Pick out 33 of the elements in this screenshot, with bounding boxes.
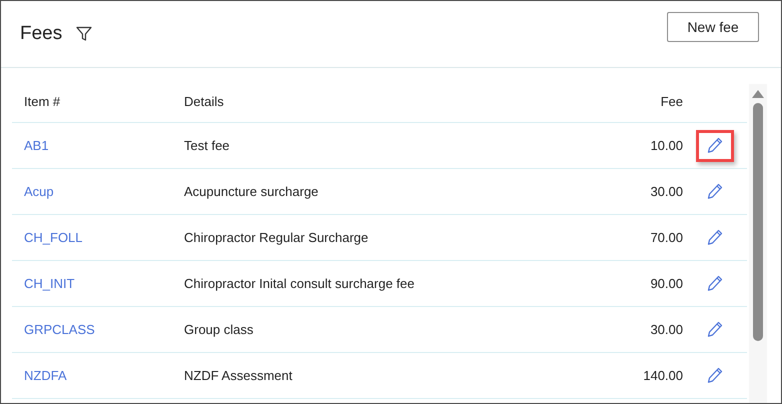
table-cell-text: NZDF Assessment — [184, 368, 294, 383]
scroll-up-icon[interactable] — [752, 90, 764, 98]
table-cell-text: 30.00 — [649, 322, 683, 337]
item-link[interactable]: Acup — [24, 184, 54, 199]
edit-icon[interactable] — [707, 321, 723, 338]
filter-icon[interactable] — [76, 26, 92, 42]
new-fee-button[interactable]: New fee — [667, 12, 759, 42]
table-cell-text: Test fee — [184, 138, 231, 153]
table-cell-text: Group class — [184, 322, 254, 337]
edit-icon[interactable] — [707, 183, 723, 200]
edit-icon[interactable] — [707, 367, 723, 384]
table-cell-text: Chiropractor Regular Surcharge — [184, 230, 370, 245]
column-header: Fee — [660, 94, 683, 108]
item-link[interactable]: CH_FOLL — [24, 230, 83, 245]
scroll-thumb[interactable] — [753, 103, 763, 341]
item-link[interactable]: CH_INIT — [24, 276, 75, 291]
item-link[interactable]: GRPCLASS — [24, 322, 95, 337]
table-cell-text: 140.00 — [642, 368, 683, 383]
table-cell-text: 90.00 — [649, 276, 683, 291]
table-cell-text: 30.00 — [649, 184, 683, 199]
table-cell-text: Acupuncture surcharge — [184, 184, 320, 199]
table-cell-text: Chiropractor Inital consult surcharge fee — [184, 276, 416, 291]
table-cell-text: 70.00 — [649, 230, 683, 245]
edit-icon[interactable] — [707, 275, 723, 292]
page-title: Fees — [20, 23, 62, 45]
column-header: Item # — [23, 94, 62, 108]
table-cell-text: 10.00 — [649, 138, 683, 153]
edit-icon[interactable] — [707, 137, 723, 154]
scrollbar[interactable] — [749, 84, 767, 403]
item-link[interactable]: AB1 — [24, 138, 49, 153]
column-header: Details — [184, 94, 225, 108]
edit-icon[interactable] — [707, 229, 723, 246]
item-link[interactable]: NZDFA — [24, 368, 67, 383]
